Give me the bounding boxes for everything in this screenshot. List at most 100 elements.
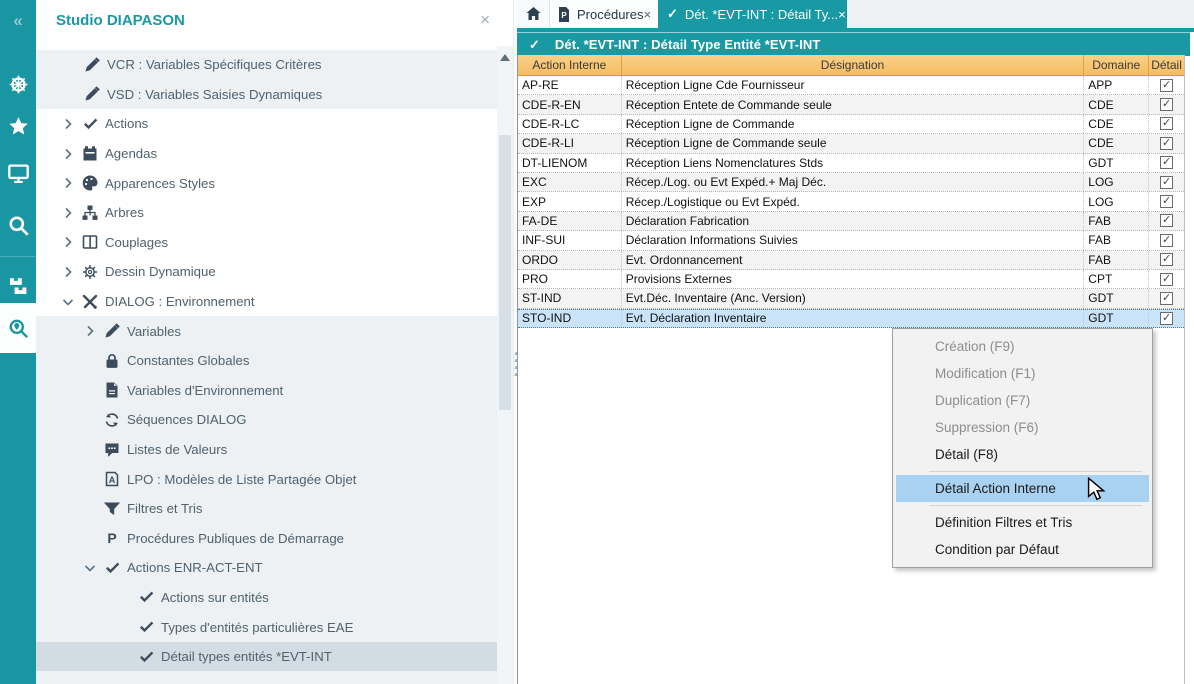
- tab-procedures[interactable]: P Procédures ×: [549, 0, 658, 28]
- table-row[interactable]: ORDO Evt. Ordonnancement FAB ✓: [518, 251, 1184, 270]
- chevron-right-icon[interactable]: [60, 175, 76, 191]
- tree-item[interactable]: Agendas: [36, 139, 497, 169]
- context-menu-item[interactable]: Duplication (F7): [893, 387, 1152, 414]
- tree-item[interactable]: Dessin Dynamique: [36, 257, 497, 287]
- detail-checkbox[interactable]: ✓: [1160, 98, 1173, 111]
- context-menu-item[interactable]: Détail (F8): [893, 441, 1152, 468]
- detail-checkbox[interactable]: ✓: [1160, 273, 1173, 286]
- chevron-right-icon[interactable]: [82, 323, 98, 339]
- table-row[interactable]: ST-IND Evt.Déc. Inventaire (Anc. Version…: [518, 289, 1184, 308]
- table-row[interactable]: FA-DE Déclaration Fabrication FAB ✓: [518, 212, 1184, 231]
- sidebar-title: Studio DIAPASON: [56, 12, 185, 29]
- column-header-designation[interactable]: Désignation: [622, 55, 1085, 75]
- column-header-action-interne[interactable]: Action Interne: [518, 55, 622, 75]
- tree-item[interactable]: Procédures Publiques de Démarrage: [36, 524, 497, 554]
- cell-designation: Réception Ligne de Commande: [622, 115, 1085, 133]
- chevron-right-icon[interactable]: [60, 146, 76, 162]
- tree-item[interactable]: Types d'entités particulières EAE: [36, 612, 497, 642]
- detail-checkbox[interactable]: ✓: [1160, 156, 1173, 169]
- tree-item[interactable]: Actions: [36, 109, 497, 139]
- cell-action-interne: EXP: [518, 192, 622, 210]
- context-menu-item[interactable]: Suppression (F6): [893, 414, 1152, 441]
- sidebar-scrollbar[interactable]: [497, 46, 513, 684]
- table-row-selected[interactable]: STO-IND Evt. Déclaration Inventaire GDT …: [518, 309, 1184, 328]
- context-menu-item[interactable]: Définition Filtres et Tris: [893, 509, 1152, 536]
- tree-item[interactable]: Variables d'Environnement: [36, 376, 497, 406]
- tree-item[interactable]: Actions sur entités: [36, 583, 497, 613]
- rail-modules-button[interactable]: [0, 263, 36, 307]
- collapse-sidebar-button[interactable]: «: [0, 6, 36, 36]
- sidebar-close-icon[interactable]: ×: [480, 11, 490, 28]
- tree-item[interactable]: Filtres et Tris: [36, 494, 497, 524]
- detail-checkbox[interactable]: ✓: [1160, 312, 1173, 325]
- context-menu-item[interactable]: Création (F9): [893, 333, 1152, 360]
- table-row[interactable]: INF-SUI Déclaration Informations Suivies…: [518, 231, 1184, 250]
- table-row[interactable]: CDE-R-EN Réception Entete de Commande se…: [518, 95, 1184, 114]
- tree-item[interactable]: Listes de Valeurs: [36, 435, 497, 465]
- column-header-detail[interactable]: Détail: [1149, 55, 1184, 75]
- navigation-tree: VCR : Variables Spécifiques Critères VSD…: [36, 50, 497, 684]
- columns-icon: [82, 234, 98, 250]
- cell-designation: Récep./Log. ou Evt Expéd.+ Maj Déc.: [622, 173, 1085, 191]
- chevron-right-icon[interactable]: [60, 116, 76, 132]
- scroll-up-arrow-icon[interactable]: [500, 54, 510, 61]
- table-row[interactable]: EXC Récep./Log. ou Evt Expéd.+ Maj Déc. …: [518, 173, 1184, 192]
- cell-detail: ✓: [1149, 212, 1184, 230]
- tree-item[interactable]: VSD : Variables Saisies Dynamiques: [36, 80, 497, 110]
- rail-locator-search-button-active[interactable]: [0, 303, 36, 353]
- tree-item[interactable]: Variables: [36, 316, 497, 346]
- chevron-right-icon[interactable]: [60, 234, 76, 250]
- column-header-domaine[interactable]: Domaine: [1084, 55, 1149, 75]
- tree-item-label: DIALOG : Environnement: [105, 294, 255, 309]
- detail-checkbox[interactable]: ✓: [1160, 234, 1173, 247]
- table-row[interactable]: EXP Récep./Logistique ou Evt Expéd. LOG …: [518, 192, 1184, 211]
- tree-item[interactable]: DIALOG : Environnement: [36, 287, 497, 317]
- rail-favorites-button[interactable]: [0, 104, 36, 148]
- context-menu-item-highlighted[interactable]: Détail Action Interne: [896, 475, 1149, 502]
- chevron-down-icon[interactable]: [82, 560, 98, 576]
- close-tab-icon[interactable]: ×: [838, 7, 846, 22]
- scrollbar-thumb[interactable]: [499, 135, 511, 410]
- cell-domaine: FAB: [1084, 251, 1149, 269]
- table-row[interactable]: CDE-R-LC Réception Ligne de Commande CDE…: [518, 115, 1184, 134]
- tree-item[interactable]: Arbres: [36, 198, 497, 228]
- svg-text:P: P: [561, 11, 567, 20]
- detail-checkbox[interactable]: ✓: [1160, 137, 1173, 150]
- context-menu-item[interactable]: Modification (F1): [893, 360, 1152, 387]
- rail-wheel-button[interactable]: [0, 62, 36, 106]
- tree-item[interactable]: Couplages: [36, 228, 497, 258]
- detail-checkbox[interactable]: ✓: [1160, 176, 1173, 189]
- chevron-down-icon[interactable]: [60, 294, 76, 310]
- table-row[interactable]: DT-LIENOM Réception Liens Nomenclatures …: [518, 154, 1184, 173]
- tree-item-label: Actions ENR-ACT-ENT: [127, 560, 263, 575]
- tree-item[interactable]: LPO : Modèles de Liste Partagée Objet: [36, 464, 497, 494]
- tree-item[interactable]: Apparences Styles: [36, 168, 497, 198]
- tree-item-label: Arbres: [105, 205, 144, 220]
- rail-monitor-button[interactable]: [0, 151, 36, 195]
- tree-item-selected[interactable]: Détail types entités *EVT-INT: [36, 642, 497, 672]
- tree-item[interactable]: VCR : Variables Spécifiques Critères: [36, 50, 497, 80]
- tab-detail-evt-int-active[interactable]: ✓ Dét. *EVT-INT : Détail Ty... ×: [658, 0, 847, 28]
- tree-item[interactable]: Séquences DIALOG: [36, 405, 497, 435]
- detail-checkbox[interactable]: ✓: [1160, 195, 1173, 208]
- rail-search-button[interactable]: [0, 203, 36, 247]
- tree-item[interactable]: Actions ENR-ACT-ENT: [36, 553, 497, 583]
- tab-home[interactable]: [517, 0, 549, 28]
- menu-item-label: Définition Filtres et Tris: [935, 515, 1072, 530]
- close-tab-icon[interactable]: ×: [643, 7, 651, 22]
- detail-checkbox[interactable]: ✓: [1160, 292, 1173, 305]
- detail-checkbox[interactable]: ✓: [1160, 253, 1173, 266]
- detail-checkbox[interactable]: ✓: [1160, 79, 1173, 92]
- chevron-right-icon[interactable]: [60, 264, 76, 280]
- table-row[interactable]: CDE-R-LI Réception Ligne de Commande seu…: [518, 134, 1184, 153]
- chevron-right-icon[interactable]: [60, 205, 76, 221]
- detail-checkbox[interactable]: ✓: [1160, 117, 1173, 130]
- table-row[interactable]: AP-RE Réception Ligne Cde Fournisseur AP…: [518, 76, 1184, 95]
- table-row[interactable]: PRO Provisions Externes CPT ✓: [518, 270, 1184, 289]
- cell-detail: ✓: [1149, 289, 1184, 307]
- cell-designation: Récep./Logistique ou Evt Expéd.: [622, 192, 1085, 210]
- cell-action-interne: CDE-R-EN: [518, 95, 622, 113]
- detail-checkbox[interactable]: ✓: [1160, 214, 1173, 227]
- context-menu-item[interactable]: Condition par Défaut: [893, 536, 1152, 563]
- tree-item[interactable]: Constantes Globales: [36, 346, 497, 376]
